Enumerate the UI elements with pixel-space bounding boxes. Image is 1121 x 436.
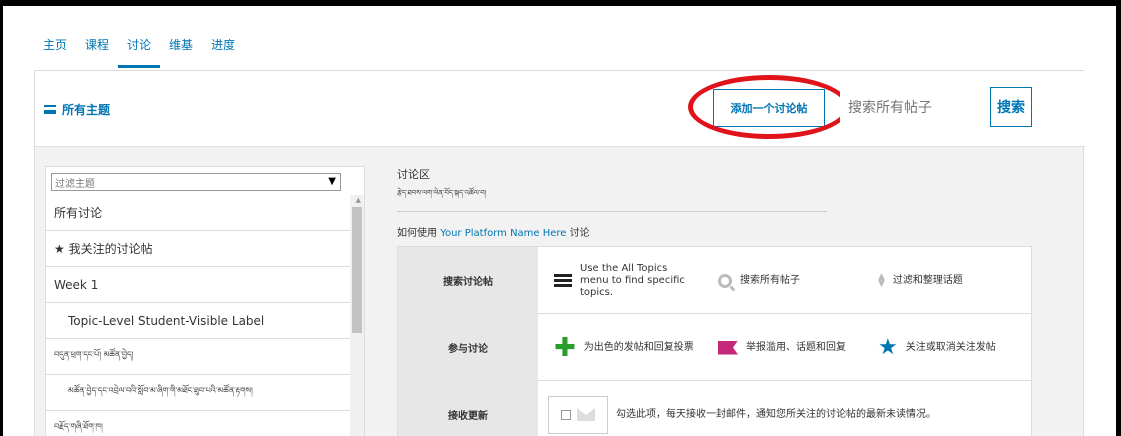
search-icon [718, 273, 732, 288]
help-text: 为出色的发帖和回复投票 [583, 341, 694, 353]
scroll-thumb[interactable] [352, 207, 362, 333]
sidebar-item-tibetan-3[interactable]: བརྗོད་གཞི་ཐོག་ཁ། [46, 411, 351, 436]
help-text: 过滤和整理话题 [892, 274, 963, 286]
help-cell: ✚ 为出色的发帖和回复投票 [554, 314, 714, 381]
row-label: 接收更新 [398, 381, 538, 436]
hamburger-icon [44, 105, 56, 114]
help-text: 关注或取消关注发帖 [905, 341, 996, 353]
discussion-panel: 所有主题 添加一个讨论帖 搜索 过滤主题 ▼ 所有讨论 ★ 我关注的讨论帖 We… [34, 70, 1085, 436]
help-cell: ★ 关注或取消关注发帖 [878, 314, 1028, 381]
how-to-prefix: 如何使用 [397, 228, 441, 239]
sidebar-item-week1[interactable]: Week 1 [46, 267, 351, 303]
email-checkbox[interactable] [561, 409, 571, 420]
sidebar-item-all-discussions[interactable]: 所有讨论 [46, 195, 351, 231]
help-cell: Use the All Topics menu to find specific… [554, 247, 714, 314]
search-input[interactable] [840, 89, 990, 127]
help-text: Use the All Topics menu to find specific… [580, 262, 685, 298]
help-cell: 举报滥用、话题和回复 [718, 314, 878, 381]
all-topics-menu[interactable]: 所有主题 [44, 101, 110, 118]
discussion-home: 讨论区 རྩེད་ཐབས་ལག་ལེན་བོད་སྐད་འཚོལ་བ། 如何使用… [387, 166, 1037, 436]
flag-icon [718, 340, 738, 355]
row-label: 搜索讨论帖 [398, 247, 538, 314]
help-row-participate: 参与讨论 ✚ 为出色的发帖和回复投票 举报滥用、话题和回复 ★ 关注或取消关注发… [398, 314, 1033, 381]
tab-home[interactable]: 主页 [34, 28, 76, 68]
platform-name: Your Platform Name Here [440, 228, 567, 239]
tab-discussion[interactable]: 讨论 [118, 28, 161, 68]
discussion-header: 所有主题 添加一个讨论帖 搜索 [35, 71, 1085, 147]
search-button[interactable]: 搜索 [990, 87, 1032, 127]
zone-subtitle: རྩེད་ཐབས་ལག་ལེན་བོད་སྐད་འཚོལ་བ། [397, 186, 827, 212]
help-row-updates: 接收更新 勾选此项，每天接收一封邮件，通知您所关注的讨论帖的最新未读情况。 [398, 381, 1033, 436]
sidebar-item-topic-label[interactable]: Topic-Level Student-Visible Label [46, 303, 351, 339]
email-digest-toggle[interactable] [548, 395, 608, 434]
help-grid: 搜索讨论帖 Use the All Topics menu to find sp… [397, 246, 1033, 436]
help-cell: ▲ ▼ 过滤和整理话题 [878, 247, 1028, 314]
email-icon [577, 408, 595, 421]
filter-topics-input[interactable]: 过滤主题 ▼ [51, 173, 341, 191]
sidebar-item-tibetan-1[interactable]: བདུན་ཕྲག་དང་པོ། མཚོན་བྱེད། [46, 339, 351, 375]
course-tabs: 主页 课程 讨论 维基 进度 [34, 28, 244, 68]
help-cell: 搜索所有帖子 [718, 247, 868, 314]
how-to-heading: 如何使用 Your Platform Name Here 讨论 [397, 224, 590, 239]
plus-icon: ✚ [554, 332, 576, 363]
row-label: 参与讨论 [398, 314, 538, 381]
sidebar-item-tibetan-2[interactable]: མཚོན་བྱེད་དང་འབྲེལ་བའི་སློབ་མ་ཞིག་གི་མཐོ… [46, 375, 351, 411]
how-to-suffix: 讨论 [566, 228, 590, 239]
highlight-ring-annotation [688, 75, 850, 139]
sidebar-item-following[interactable]: ★ 我关注的讨论帖 [46, 231, 351, 267]
filter-icon: ▼ [328, 176, 336, 187]
help-text: 举报滥用、话题和回复 [746, 341, 846, 353]
sidebar-scrollbar[interactable]: ▲ [350, 195, 364, 436]
zone-title: 讨论区 [397, 168, 430, 181]
sort-icon: ▲ ▼ [878, 271, 885, 289]
help-row-search: 搜索讨论帖 Use the All Topics menu to find sp… [398, 247, 1033, 314]
tab-course[interactable]: 课程 [76, 28, 118, 68]
help-text: 勾选此项，每天接收一封邮件，通知您所关注的讨论帖的最新未读情况。 [616, 408, 936, 420]
topics-sidebar: 过滤主题 ▼ 所有讨论 ★ 我关注的讨论帖 Week 1 Topic-Level… [45, 166, 365, 436]
star-icon: ★ [878, 334, 898, 360]
tab-progress[interactable]: 进度 [202, 28, 244, 68]
tab-wiki[interactable]: 维基 [160, 28, 202, 68]
all-topics-label: 所有主题 [62, 103, 111, 117]
help-text: 搜索所有帖子 [740, 274, 800, 286]
help-cell: 勾选此项，每天接收一封邮件，通知您所关注的讨论帖的最新未读情况。 [548, 381, 1028, 436]
filter-placeholder: 过滤主题 [55, 178, 95, 190]
scroll-up-icon[interactable]: ▲ [356, 196, 361, 204]
menu-icon [554, 274, 572, 287]
